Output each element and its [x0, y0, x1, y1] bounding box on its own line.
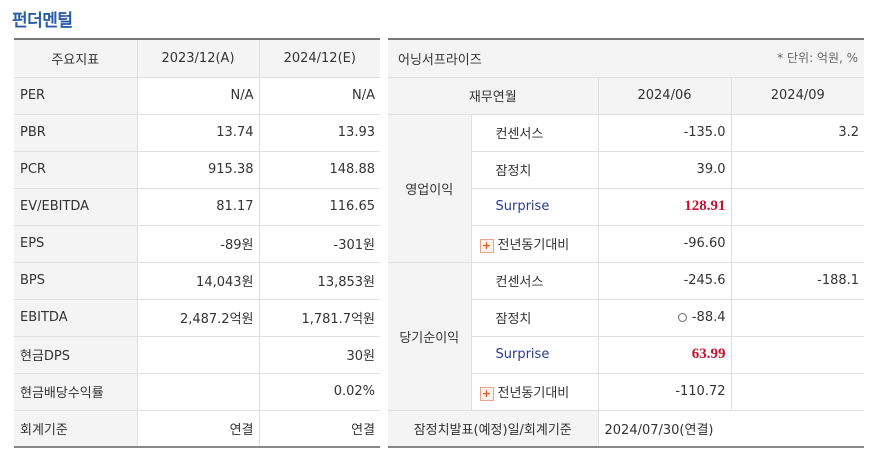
- group-net-income: 당기순이익: [388, 261, 472, 411]
- value-2023: [136, 372, 260, 411]
- table-row: BPS 14,043원 13,853원: [14, 261, 380, 300]
- value-2023: -89원: [136, 224, 260, 263]
- value-2024-09: [730, 298, 865, 337]
- row-label: PBR: [14, 113, 138, 152]
- row-kind: 컨센서스: [470, 261, 599, 300]
- value-2024-09: [730, 187, 865, 226]
- value-2024-09: -188.1: [730, 261, 865, 300]
- table-row: PER N/A N/A: [14, 76, 380, 115]
- period-2024-06: 2024/06: [597, 76, 732, 115]
- surprise-value: 63.99: [597, 335, 732, 374]
- group-operating-profit: 영업이익: [388, 113, 472, 263]
- value-2023: 14,043원: [136, 261, 260, 300]
- value-2024: 13,853원: [258, 261, 380, 300]
- row-label: 현금DPS: [14, 335, 138, 374]
- row-label: BPS: [14, 261, 138, 300]
- unit-note: * 단위: 억원, %: [777, 50, 859, 65]
- fundamental-table: 주요지표 2023/12(A) 2024/12(E) PER N/A N/A PBR…: [14, 38, 380, 448]
- row-label: 현금배당수익률: [14, 372, 138, 411]
- value-2024-09: [730, 335, 865, 374]
- header-2023: 2023/12(A): [136, 38, 260, 78]
- period-label: 재무연월: [388, 76, 599, 115]
- row-kind-surprise: Surprise: [471, 335, 599, 374]
- footer-row: 잠정치발표(예정)일/회계기준 2024/07/30(연결): [388, 409, 865, 448]
- table-row: 당기순이익 컨센서스 -245.6 -188.1: [388, 261, 865, 411]
- table-row: 현금DPS 30원: [14, 335, 380, 374]
- table-row: EV/EBITDA 81.17 116.65: [14, 187, 380, 226]
- value-2024: 148.88: [258, 150, 380, 189]
- table-row: PBR 13.74 13.93: [14, 113, 380, 152]
- value-2024: -301원: [258, 224, 380, 263]
- value-2024-06: -110.72: [597, 372, 732, 411]
- row-label: 회계기준: [14, 409, 138, 448]
- value-2023: N/A: [136, 76, 260, 115]
- row-label: PER: [14, 76, 138, 115]
- value-2023: 2,487.2억원: [136, 298, 260, 337]
- surprise-value: 128.91: [597, 187, 732, 226]
- header-2024: 2024/12(E): [258, 38, 380, 78]
- value-2024: 1,781.7억원: [258, 298, 380, 337]
- expand-plus-icon[interactable]: +: [479, 386, 494, 401]
- header-indicator: 주요지표: [14, 38, 138, 78]
- value-2024: N/A: [258, 76, 380, 115]
- value-2024-06: -88.4: [691, 310, 726, 325]
- earnings-title: 어닝서프라이즈: [398, 52, 482, 68]
- footer-value: 2024/07/30(연결): [597, 409, 865, 448]
- value-2024-06: -245.6: [597, 261, 732, 300]
- row-kind: 전년동기대비: [497, 238, 570, 253]
- value-2023: 13.74: [136, 113, 260, 152]
- table-row: EPS -89원 -301원: [14, 224, 380, 263]
- value-2024: 13.93: [258, 113, 380, 152]
- circle-icon: [677, 313, 687, 322]
- value-2024-09: 3.2: [730, 113, 865, 152]
- row-kind: 컨센서스: [470, 113, 599, 152]
- value-2023: 연결: [136, 409, 260, 448]
- table-row: 현금배당수익률 0.02%: [14, 372, 380, 411]
- value-2024-06: 39.0: [597, 150, 732, 189]
- earnings-title-row: 어닝서프라이즈 * 단위: 억원, %: [388, 38, 865, 78]
- value-2024: 0.02%: [258, 372, 380, 411]
- table-row: EBITDA 2,487.2억원 1,781.7억원: [14, 298, 380, 337]
- value-2024-06: -135.0: [597, 113, 732, 152]
- value-2024: 116.65: [258, 187, 380, 226]
- value-2023: 81.17: [136, 187, 260, 226]
- table-row: PCR 915.38 148.88: [14, 150, 380, 189]
- row-label: EBITDA: [14, 298, 138, 337]
- row-label: EV/EBITDA: [14, 187, 138, 226]
- value-2023: [136, 335, 260, 374]
- value-2024-09: [730, 224, 865, 263]
- expand-plus-icon[interactable]: +: [479, 238, 494, 253]
- page-title: 펀더멘털: [12, 11, 73, 31]
- period-header-row: 재무연월 2024/06 2024/09: [388, 76, 865, 115]
- value-2024-06: -96.60: [597, 224, 732, 263]
- table-row: 영업이익 컨센서스 -135.0 3.2: [388, 113, 865, 263]
- row-label: PCR: [14, 150, 138, 189]
- value-2024: 연결: [258, 409, 380, 448]
- value-2024-09: [730, 150, 865, 189]
- row-kind: 잠정치: [471, 298, 599, 337]
- earnings-surprise-table: 어닝서프라이즈 * 단위: 억원, % 재무연월 2024/06 2024/09…: [388, 38, 865, 448]
- value-2024: 30원: [258, 335, 380, 374]
- row-kind: 잠정치: [471, 150, 599, 189]
- value-2023: 915.38: [136, 150, 260, 189]
- period-2024-09: 2024/09: [730, 76, 865, 115]
- row-kind-surprise: Surprise: [471, 187, 599, 226]
- footer-label: 잠정치발표(예정)일/회계기준: [388, 409, 599, 448]
- table-row: 회계기준 연결 연결: [14, 409, 380, 448]
- value-2024-09: [730, 372, 865, 411]
- row-label: EPS: [14, 224, 138, 263]
- fundamental-header-row: 주요지표 2023/12(A) 2024/12(E): [14, 38, 380, 78]
- row-kind: 전년동기대비: [497, 386, 570, 401]
